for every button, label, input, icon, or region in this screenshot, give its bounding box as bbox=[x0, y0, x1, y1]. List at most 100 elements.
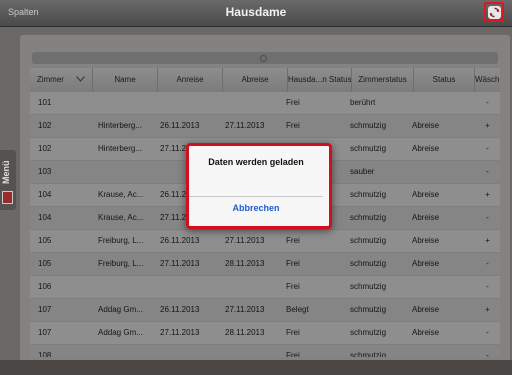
page-title: Hausdame bbox=[225, 5, 287, 19]
cell-name: Addag Gm... bbox=[98, 328, 143, 337]
cell-name bbox=[98, 276, 156, 298]
cell-anreise: 27.11.2013 bbox=[160, 259, 200, 268]
cell-zimmerstatus: schmutzig bbox=[350, 305, 387, 314]
cell-zimmer: 106 bbox=[38, 282, 52, 291]
cell-status: Abreise bbox=[412, 213, 440, 222]
cell-waesche: - bbox=[486, 167, 489, 176]
cell-name: Freiburg, L... bbox=[98, 259, 144, 268]
table-header: Zimmer Name Anreise Abreise Hausda...n S… bbox=[30, 68, 500, 92]
cell-anreise: 27.11.2013 bbox=[160, 328, 200, 337]
cell-status: Abreise bbox=[412, 236, 440, 245]
cell-zimmerstatus: sauber bbox=[350, 167, 375, 176]
cell-waesche: + bbox=[485, 305, 490, 314]
cell-name: Hinterberg... bbox=[98, 121, 143, 130]
column-header-waesche[interactable]: Wäsche bbox=[475, 68, 500, 92]
cell-status bbox=[412, 161, 472, 183]
cell-anreise: 26.11.2013 bbox=[160, 305, 200, 314]
cell-waesche: - bbox=[486, 351, 489, 357]
cell-status: Abreise bbox=[412, 144, 440, 153]
cell-hk-status: Frei bbox=[286, 121, 300, 130]
table-row[interactable]: 105 Freiburg, L... 26.11.2013 27.11.2013 Fre… bbox=[30, 230, 500, 253]
cell-zimmer: 104 bbox=[38, 190, 52, 199]
cell-hk-status: Frei bbox=[286, 236, 300, 245]
column-header-housekeeping-status[interactable]: Hausda...n Status bbox=[288, 68, 352, 92]
loading-dialog: Daten werden geladen Abbrechen bbox=[186, 143, 332, 229]
cell-waesche: - bbox=[486, 98, 489, 107]
column-header-anreise[interactable]: Anreise bbox=[158, 68, 223, 92]
table-row[interactable]: 106 Frei schmutzig - bbox=[30, 276, 500, 299]
cell-hk-status: Frei bbox=[286, 351, 300, 357]
cell-name bbox=[98, 345, 156, 357]
cell-status bbox=[412, 345, 472, 357]
cell-zimmerstatus: schmutzig bbox=[350, 236, 387, 245]
menu-label: Menü bbox=[1, 160, 11, 184]
table-row[interactable]: 105 Freiburg, L... 27.11.2013 28.11.2013 Fre… bbox=[30, 253, 500, 276]
cell-zimmerstatus: schmutzig bbox=[350, 144, 387, 153]
cell-waesche: - bbox=[486, 213, 489, 222]
cell-zimmerstatus: schmutzig bbox=[350, 282, 387, 291]
cell-waesche: - bbox=[486, 282, 489, 291]
cell-zimmerstatus: schmutzig bbox=[350, 213, 387, 222]
cell-name: Krause, Ac... bbox=[98, 213, 144, 222]
cell-zimmer: 105 bbox=[38, 236, 52, 245]
cell-anreise bbox=[160, 92, 220, 114]
dialog-title: Daten werden geladen bbox=[208, 157, 304, 167]
cell-zimmer: 105 bbox=[38, 259, 52, 268]
cell-name bbox=[98, 161, 156, 183]
refresh-button[interactable] bbox=[484, 2, 504, 22]
bottom-strip bbox=[0, 360, 512, 375]
cell-status: Abreise bbox=[412, 328, 440, 337]
cell-hk-status: Frei bbox=[286, 98, 300, 107]
cell-waesche: + bbox=[485, 121, 490, 130]
cell-abreise bbox=[225, 92, 285, 114]
cell-anreise bbox=[160, 345, 220, 357]
table-row[interactable]: 108 Frei schmutzig - bbox=[30, 345, 500, 357]
cell-waesche: - bbox=[486, 259, 489, 268]
cell-zimmer: 107 bbox=[38, 328, 52, 337]
cell-abreise: 28.11.2013 bbox=[225, 259, 265, 268]
column-header-status[interactable]: Status bbox=[414, 68, 475, 92]
cell-zimmer: 101 bbox=[38, 98, 52, 107]
cell-abreise: 27.11.2013 bbox=[225, 305, 265, 314]
cancel-button[interactable]: Abbrechen bbox=[189, 197, 323, 220]
column-header-name[interactable]: Name bbox=[93, 68, 158, 92]
menu-thumbnail bbox=[2, 191, 13, 204]
cell-anreise bbox=[160, 276, 220, 298]
cell-name: Krause, Ac... bbox=[98, 190, 144, 199]
cell-waesche: + bbox=[485, 236, 490, 245]
top-bar: Spalten Hausdame bbox=[0, 0, 512, 27]
cell-zimmerstatus: schmutzig bbox=[350, 121, 387, 130]
table-row[interactable]: 107 Addag Gm... 27.11.2013 28.11.2013 Frei sc… bbox=[30, 322, 500, 345]
cell-waesche: - bbox=[486, 328, 489, 337]
cell-abreise bbox=[225, 276, 285, 298]
cell-zimmerstatus: schmutzig bbox=[350, 328, 387, 337]
cell-hk-status: Frei bbox=[286, 282, 300, 291]
cell-zimmerstatus: schmutzig bbox=[350, 259, 387, 268]
cell-name bbox=[98, 92, 156, 114]
cell-hk-status: Belegt bbox=[286, 305, 309, 314]
cell-hk-status: Frei bbox=[286, 328, 300, 337]
table-row[interactable]: 102 Hinterberg... 26.11.2013 27.11.2013 Frei… bbox=[30, 115, 500, 138]
cell-name: Freiburg, L... bbox=[98, 236, 144, 245]
table-row[interactable]: 101 Frei berührt - bbox=[30, 92, 500, 115]
refresh-icon bbox=[487, 5, 501, 19]
chevron-down-icon bbox=[76, 68, 86, 92]
cell-zimmerstatus: schmutzig bbox=[350, 190, 387, 199]
cell-status: Abreise bbox=[412, 305, 440, 314]
cell-status bbox=[412, 276, 472, 298]
cell-waesche: + bbox=[485, 190, 490, 199]
cell-zimmer: 108 bbox=[38, 351, 52, 357]
column-header-abreise[interactable]: Abreise bbox=[223, 68, 288, 92]
cell-status: Abreise bbox=[412, 190, 440, 199]
column-header-zimmerstatus[interactable]: Zimmerstatus bbox=[352, 68, 414, 92]
column-header-zimmer[interactable]: Zimmer bbox=[30, 68, 93, 92]
cell-zimmer: 102 bbox=[38, 121, 52, 130]
cell-abreise: 27.11.2013 bbox=[225, 121, 265, 130]
cell-zimmerstatus: berührt bbox=[350, 98, 376, 107]
cell-name: Hinterberg... bbox=[98, 144, 143, 153]
cell-status: Abreise bbox=[412, 121, 440, 130]
cell-abreise: 28.11.2013 bbox=[225, 328, 265, 337]
table-row[interactable]: 107 Addag Gm... 26.11.2013 27.11.2013 Belegt… bbox=[30, 299, 500, 322]
cell-status bbox=[412, 92, 472, 114]
search-icon bbox=[260, 55, 267, 62]
